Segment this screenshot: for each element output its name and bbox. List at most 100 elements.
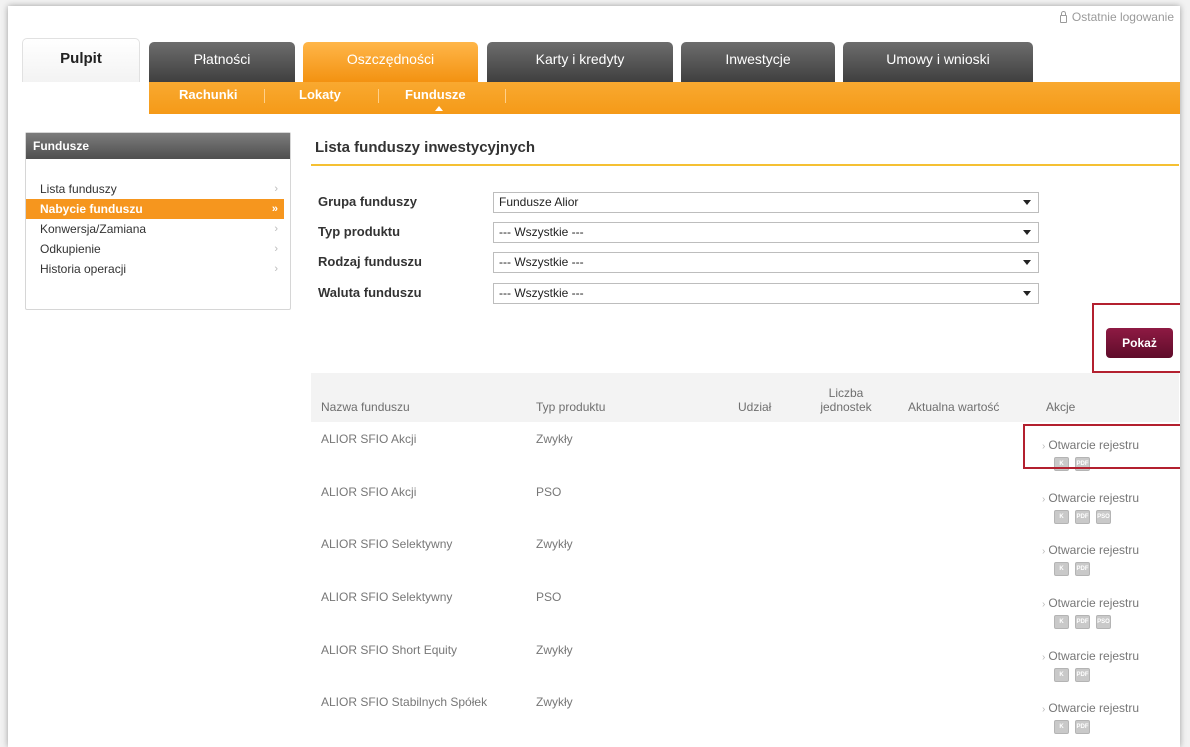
card-document-icon[interactable]: K [1054, 615, 1069, 630]
pso-document-icon[interactable]: PSO [1096, 509, 1111, 524]
column-header-type: Typ produktu [536, 400, 606, 414]
dropdown-arrow-icon [1023, 200, 1031, 205]
fund-name-cell: ALIOR SFIO Stabilnych Spółek [321, 695, 488, 710]
subnav-divider [378, 89, 379, 103]
card-document-icon[interactable]: K [1054, 562, 1069, 577]
fund-name-cell: ALIOR SFIO Selektywny [321, 537, 453, 552]
tab-platnosci[interactable]: Płatności [149, 42, 295, 82]
select-value: --- Wszystkie --- [499, 286, 584, 300]
subnav-lokaty[interactable]: Lokaty [299, 82, 341, 114]
column-header-units-line1: Liczba [828, 386, 864, 400]
card-document-icon[interactable]: K [1054, 720, 1069, 735]
sidebar-item-konwersja-zamiana[interactable]: Konwersja/Zamiana › [32, 219, 284, 239]
rodzaj-funduszu-select[interactable]: --- Wszystkie --- [493, 252, 1039, 273]
pso-document-icon[interactable]: PSO [1096, 615, 1111, 630]
column-header-units-line2: jednostek [820, 400, 872, 414]
chevron-right-icon: › [1042, 493, 1046, 505]
column-header-share: Udział [738, 400, 772, 414]
document-icons: K PDF PSO [1054, 615, 1111, 630]
pdf-icon[interactable]: PDF [1075, 720, 1090, 735]
sidebar-item-label: Historia operacji [40, 262, 127, 276]
sidebar-item-label: Lista funduszy [40, 182, 117, 196]
product-type-cell: Zwykły [536, 695, 573, 710]
product-type-cell: PSO [536, 484, 562, 499]
open-register-link[interactable]: › Otwarcie rejestru [1042, 491, 1139, 505]
table-row: ALIOR SFIO Akcji PSO › Otwarcie rejestru K PD… [311, 475, 1179, 528]
table-row: ALIOR SFIO Short Equity Zwykły › Otwarcie r… [311, 633, 1179, 686]
open-register-label: Otwarcie rejestru [1048, 648, 1140, 663]
dropdown-arrow-icon [1023, 230, 1031, 235]
product-type-cell: Zwykły [536, 537, 573, 552]
subnav-fundusze-label: Fundusze [405, 87, 466, 102]
document-icons: K PDF PSO [1054, 509, 1111, 524]
column-header-value: Aktualna wartość [908, 400, 1000, 414]
sidebar: Fundusze Lista funduszy › Nabycie fundus… [25, 132, 291, 310]
typ-produktu-select[interactable]: --- Wszystkie --- [493, 222, 1039, 243]
product-type-cell: Zwykły [536, 432, 573, 446]
sidebar-item-odkupienie[interactable]: Odkupienie › [32, 239, 284, 259]
chevron-right-icon: › [274, 243, 278, 255]
select-value: --- Wszystkie --- [499, 255, 584, 269]
fund-name-cell: ALIOR SFIO Short Equity [321, 642, 458, 657]
grupa-funduszy-select[interactable]: Fundusze Alior [493, 192, 1039, 213]
open-register-link[interactable]: › Otwarcie rejestru [1042, 701, 1139, 715]
open-register-link[interactable]: › Otwarcie rejestru [1042, 649, 1139, 663]
card-document-icon[interactable]: K [1054, 667, 1069, 682]
subnav-fundusze[interactable]: Fundusze [405, 82, 466, 114]
sidebar-item-label: Nabycie funduszu [40, 202, 143, 216]
select-value: --- Wszystkie --- [499, 225, 584, 239]
pdf-icon[interactable]: PDF [1075, 562, 1090, 577]
sidebar-item-historia-operacji[interactable]: Historia operacji › [32, 259, 284, 279]
title-divider [311, 164, 1179, 166]
table-row: ALIOR SFIO Stabilnych Spółek Zwykły › Otwar… [311, 685, 1179, 738]
chevron-right-icon: › [274, 223, 278, 235]
last-login[interactable]: Ostatnie logowanie [1059, 10, 1174, 24]
subnav-divider [505, 89, 506, 103]
lock-icon [1059, 10, 1067, 23]
sidebar-item-lista-funduszy[interactable]: Lista funduszy › [32, 179, 284, 199]
document-icons: K PDF [1054, 562, 1090, 577]
product-type-cell: Zwykły [536, 642, 573, 657]
tab-karty-i-kredyty[interactable]: Karty i kredyty [487, 42, 673, 82]
subnav-divider [264, 89, 265, 103]
open-register-label: Otwarcie rejestru [1048, 596, 1140, 611]
tab-oszczednosci[interactable]: Oszczędności [303, 42, 478, 82]
open-register-link[interactable]: › Otwarcie rejestru [1042, 543, 1139, 557]
filter-label: Grupa funduszy [318, 194, 417, 209]
dropdown-arrow-icon [1023, 260, 1031, 265]
caret-up-icon [435, 106, 443, 111]
fund-name-cell: ALIOR SFIO Akcji [321, 484, 417, 499]
chevron-right-icon: › [1042, 651, 1046, 663]
pdf-icon[interactable]: PDF [1075, 667, 1090, 682]
table-body: ALIOR SFIO Akcji Zwykły › Otwarcie rejestru… [311, 422, 1179, 738]
browser-page: Ostatnie logowanie Pulpit Płatności Oszc… [8, 6, 1180, 747]
show-button[interactable]: Pokaż [1106, 328, 1173, 358]
tab-pulpit[interactable]: Pulpit [22, 38, 140, 82]
highlight-box-action [1023, 424, 1180, 469]
chevron-right-icon: › [1042, 599, 1046, 611]
tab-umowy-i-wnioski[interactable]: Umowy i wnioski [843, 42, 1033, 82]
open-register-label: Otwarcie rejestru [1048, 701, 1140, 716]
subnav-rachunki[interactable]: Rachunki [179, 82, 238, 114]
sidebar-item-nabycie-funduszu[interactable]: Nabycie funduszu » [26, 199, 284, 219]
pdf-icon[interactable]: PDF [1075, 509, 1090, 524]
double-chevron-right-icon: » [271, 203, 278, 215]
open-register-link[interactable]: › Otwarcie rejestru [1042, 596, 1139, 610]
product-type-cell: PSO [536, 590, 562, 605]
card-document-icon[interactable]: K [1054, 509, 1069, 524]
tab-inwestycje[interactable]: Inwestycje [681, 42, 835, 82]
filter-label: Rodzaj funduszu [318, 254, 422, 269]
waluta-funduszu-select[interactable]: --- Wszystkie --- [493, 283, 1039, 304]
chevron-right-icon: › [274, 263, 278, 275]
fund-name-cell: ALIOR SFIO Selektywny [321, 590, 453, 605]
pdf-icon[interactable]: PDF [1075, 615, 1090, 630]
column-header-name: Nazwa funduszu [321, 400, 410, 414]
table-row: ALIOR SFIO Selektywny PSO › Otwarcie rejest… [311, 580, 1179, 633]
table-row: ALIOR SFIO Selektywny Zwykły › Otwarcie rej… [311, 527, 1179, 580]
sidebar-title: Fundusze [26, 133, 290, 159]
filter-label: Waluta funduszu [318, 285, 422, 300]
chevron-right-icon: › [1042, 704, 1046, 716]
table-header: Nazwa funduszu Typ produktu Udział Liczb… [311, 373, 1179, 422]
sidebar-item-label: Odkupienie [40, 242, 101, 256]
open-register-label: Otwarcie rejestru [1048, 543, 1140, 558]
